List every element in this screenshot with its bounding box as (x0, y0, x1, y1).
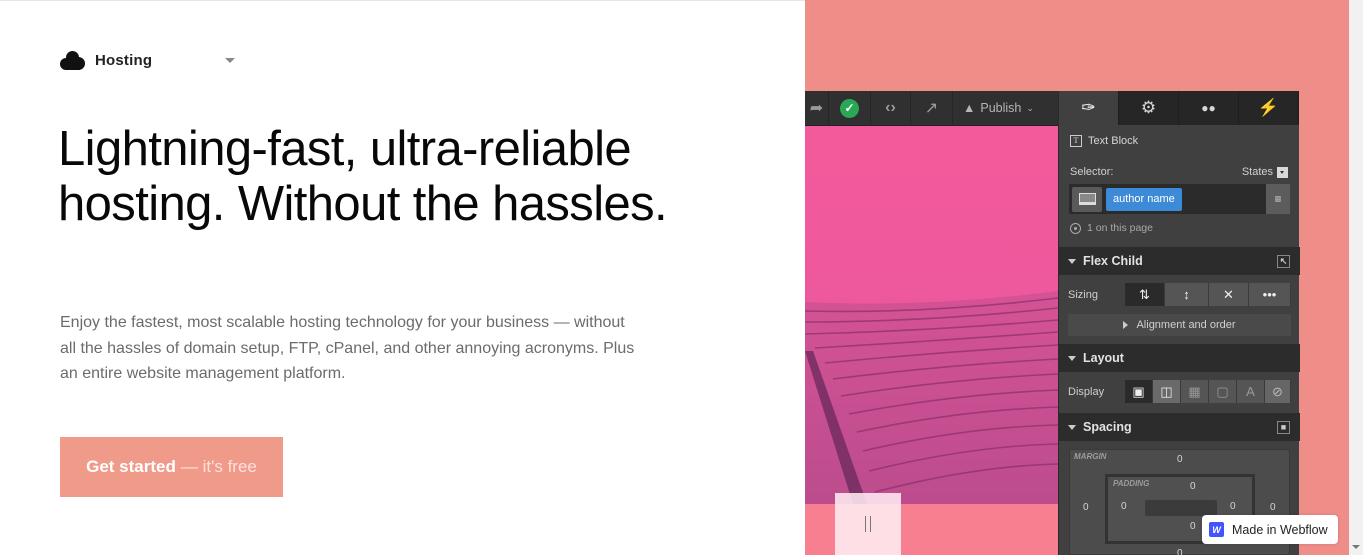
chevron-down-icon: ⌄ (1026, 102, 1034, 113)
display-control: Display ▣ ◫ ▦ ▢ A ⊘ (1068, 380, 1291, 403)
selector-list-icon[interactable]: ≡ (1266, 184, 1290, 214)
content-box (1145, 500, 1217, 516)
scroll-down-arrow-icon[interactable] (1352, 545, 1360, 549)
check-icon: ✓ (840, 98, 859, 118)
display-none-icon[interactable]: ⊘ (1265, 380, 1291, 403)
parent-arrow-icon[interactable]: ↖ (1277, 254, 1290, 268)
grow-icon[interactable]: ↕ (1165, 283, 1209, 306)
sizing-control: Sizing ⇅ ↕ ✕ ••• (1068, 283, 1291, 306)
building-illustration (805, 291, 1058, 504)
display-flex-icon[interactable]: ◫ (1153, 380, 1181, 403)
expand-icon (1123, 321, 1129, 329)
sizing-options: ⇅ ↕ ✕ ••• (1125, 283, 1291, 306)
padding-left[interactable]: 0 (1121, 501, 1127, 512)
cloud-icon (60, 50, 85, 70)
element-type: T Text Block (1070, 135, 1311, 147)
text-block-icon: T (1070, 135, 1082, 147)
element-type-label: Text Block (1088, 135, 1139, 147)
hero-description: Enjoy the fastest, most scalable hosting… (60, 314, 635, 382)
layout-title: Layout (1083, 351, 1124, 365)
selector-field[interactable]: author name ≡ (1069, 184, 1290, 214)
display-block-icon[interactable]: ▣ (1125, 380, 1153, 403)
display-inline-block-icon[interactable]: ▢ (1209, 380, 1237, 403)
made-in-webflow-badge[interactable]: W Made in Webflow (1202, 515, 1338, 544)
spacing-icon[interactable]: ■ (1277, 420, 1290, 434)
color-drops-icon[interactable]: ●● (1179, 91, 1239, 125)
code-icon[interactable]: ‹› (871, 90, 911, 126)
margin-top[interactable]: 0 (1177, 454, 1183, 465)
flex-child-title: Flex Child (1083, 254, 1143, 268)
product-label: Hosting (95, 51, 153, 69)
collapse-icon (1068, 355, 1076, 361)
chevron-down-icon (225, 58, 235, 63)
usage-count: 1 on this page (1070, 222, 1311, 234)
panel-tabs: ✑ ⚙ ●● ⚡ (1059, 91, 1299, 125)
padding-right[interactable]: 0 (1230, 501, 1236, 512)
margin-label: MARGIN (1074, 452, 1107, 461)
padding-top[interactable]: 0 (1190, 481, 1196, 492)
product-dropdown[interactable]: Hosting (60, 48, 240, 72)
chevron-down-icon (1277, 166, 1288, 178)
settings-gear-icon[interactable]: ⚙ (1119, 91, 1179, 125)
collapse-icon (1068, 424, 1076, 430)
selector-chip[interactable]: author name (1106, 187, 1182, 211)
alignment-label: Alignment and order (1136, 319, 1236, 331)
states-dropdown[interactable]: States (1242, 166, 1288, 178)
cta-sublabel: — it's free (180, 457, 257, 476)
margin-right[interactable]: 0 (1270, 502, 1276, 513)
spacing-title: Spacing (1083, 420, 1132, 434)
publish-button[interactable]: ▲ Publish ⌄ (953, 101, 1034, 115)
page-title: Lightning-fast, ultra-reliable hosting. … (58, 122, 668, 231)
usage-count-label: 1 on this page (1087, 222, 1153, 234)
style-panel: ✑ ⚙ ●● ⚡ T Text Block Selector: States a… (1058, 91, 1300, 555)
padding-bottom[interactable]: 0 (1190, 521, 1196, 532)
sizing-label: Sizing (1068, 288, 1098, 301)
display-grid-icon[interactable]: ▦ (1181, 380, 1209, 403)
display-label: Display (1068, 385, 1105, 398)
margin-left[interactable]: 0 (1083, 502, 1089, 513)
publish-label: Publish (980, 101, 1022, 115)
webflow-logo-icon: W (1209, 522, 1224, 537)
no-shrink-icon[interactable]: ✕ (1209, 283, 1249, 306)
interactions-bolt-icon[interactable]: ⚡ (1239, 91, 1299, 125)
display-inline-icon[interactable]: A (1237, 380, 1265, 403)
collapse-icon (1068, 258, 1076, 264)
page-scrollbar[interactable] (1349, 0, 1363, 555)
flex-child-section-header[interactable]: Flex Child ↖ (1059, 247, 1300, 275)
rocket-icon: ▲ (963, 101, 976, 115)
layout-section-header[interactable]: Layout (1059, 344, 1300, 372)
cta-label: Get started (86, 457, 176, 476)
export-icon[interactable]: ↗ (911, 90, 953, 126)
more-options-icon[interactable]: ••• (1249, 283, 1291, 306)
badge-label: Made in Webflow (1232, 522, 1328, 537)
alignment-order-toggle[interactable]: Alignment and order (1068, 314, 1291, 336)
padding-label: PADDING (1113, 479, 1150, 488)
display-options: ▣ ◫ ▦ ▢ A ⊘ (1125, 380, 1291, 403)
margin-bottom[interactable]: 0 (1177, 548, 1183, 555)
canvas-image (805, 126, 1058, 504)
device-icon[interactable] (1072, 186, 1102, 212)
spacing-section-header[interactable]: Spacing ■ (1059, 413, 1300, 441)
designer-toolbar: ➦ ✓ ‹› ↗ ▲ Publish ⌄ (805, 90, 1060, 126)
states-label: States (1241, 166, 1273, 178)
publish-status[interactable]: ✓ (829, 90, 871, 126)
target-icon (1070, 222, 1081, 234)
style-brush-icon[interactable]: ✑ (1059, 91, 1119, 125)
shrink-icon[interactable]: ⇅ (1125, 283, 1165, 306)
redo-icon[interactable]: ➦ (805, 90, 829, 126)
resize-handle[interactable] (835, 493, 901, 555)
get-started-button[interactable]: Get started — it's free (60, 437, 283, 497)
